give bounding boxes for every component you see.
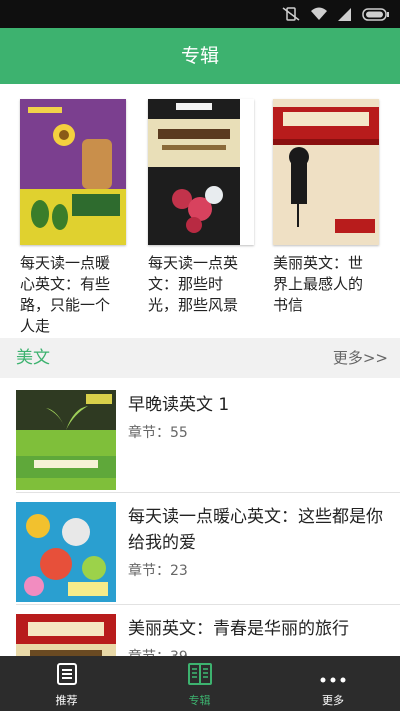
album-cover[interactable]: [273, 99, 379, 245]
list-item-thumbnail: [16, 502, 116, 602]
tab-more[interactable]: 更多: [266, 656, 400, 711]
battery-icon: [362, 7, 389, 21]
album-card[interactable]: 美丽英文：世界上最感人的书信: [273, 99, 379, 316]
list-item-title: 早晚读英文 1: [128, 395, 230, 415]
list-item-title: 每天读一点暖心英文：这些都是你给我的爱: [128, 507, 383, 553]
tab-label: 更多: [322, 694, 344, 707]
album-cover[interactable]: [20, 99, 126, 245]
title-bar: 专辑: [0, 28, 400, 84]
album-name: 美丽英文：世界上最感人的书信: [273, 254, 364, 314]
tab-recommend[interactable]: 推荐: [0, 656, 133, 711]
list-item-chapters: 章节：39: [128, 646, 188, 656]
album-name: 每天读一点英文：那些时光，那些风景: [148, 254, 239, 314]
list-item-chapters: 章节：23: [128, 563, 188, 579]
list-item[interactable]: 早晚读英文 1 章节：55: [0, 378, 400, 490]
page-title: 专辑: [180, 45, 219, 67]
tab-albums[interactable]: 专辑: [133, 656, 266, 711]
list-item[interactable]: 每天读一点暖心英文：这些都是你给我的爱 章节：23: [0, 490, 400, 602]
list-item-title: 美丽英文：青春是华丽的旅行: [128, 619, 349, 639]
more-link[interactable]: 更多>>: [333, 338, 388, 378]
album-card[interactable]: 每天读一点暖心英文：有些路，只能一个人走: [20, 99, 126, 337]
album-card[interactable]: 每天读一点英文：那些时光，那些风景: [148, 99, 254, 316]
list-item[interactable]: 美丽英文：青春是华丽的旅行 章节：39: [0, 602, 400, 656]
article-list: 早晚读英文 1 章节：55 每天读一点暖心英文：这些都是你给我的爱 章节：23: [0, 378, 400, 656]
section-title: 美文: [16, 348, 50, 368]
document-icon: [55, 662, 79, 690]
status-bar: [0, 0, 400, 28]
bottom-nav: 推荐 专辑 更多: [0, 656, 400, 711]
vibrate-off-icon: [282, 7, 300, 21]
list-item-thumbnail: [16, 390, 116, 490]
album-name: 每天读一点暖心英文：有些路，只能一个人走: [20, 254, 111, 335]
featured-albums: 每天读一点暖心英文：有些路，只能一个人走 每天读一点英文：那些时光，那些风景 美…: [0, 84, 400, 338]
list-item-chapters: 章节：55: [128, 425, 188, 441]
album-cover[interactable]: [148, 99, 254, 245]
list-item-thumbnail: [16, 614, 116, 656]
more-dots-icon: [320, 668, 346, 687]
section-header: 美文 更多>>: [0, 338, 400, 378]
wifi-icon: [311, 7, 327, 20]
tab-label: 专辑: [188, 694, 211, 707]
tab-label: 推荐: [55, 694, 78, 707]
status-icons: [282, 6, 390, 22]
signal-icon: [338, 7, 351, 21]
open-book-icon: [187, 662, 213, 690]
